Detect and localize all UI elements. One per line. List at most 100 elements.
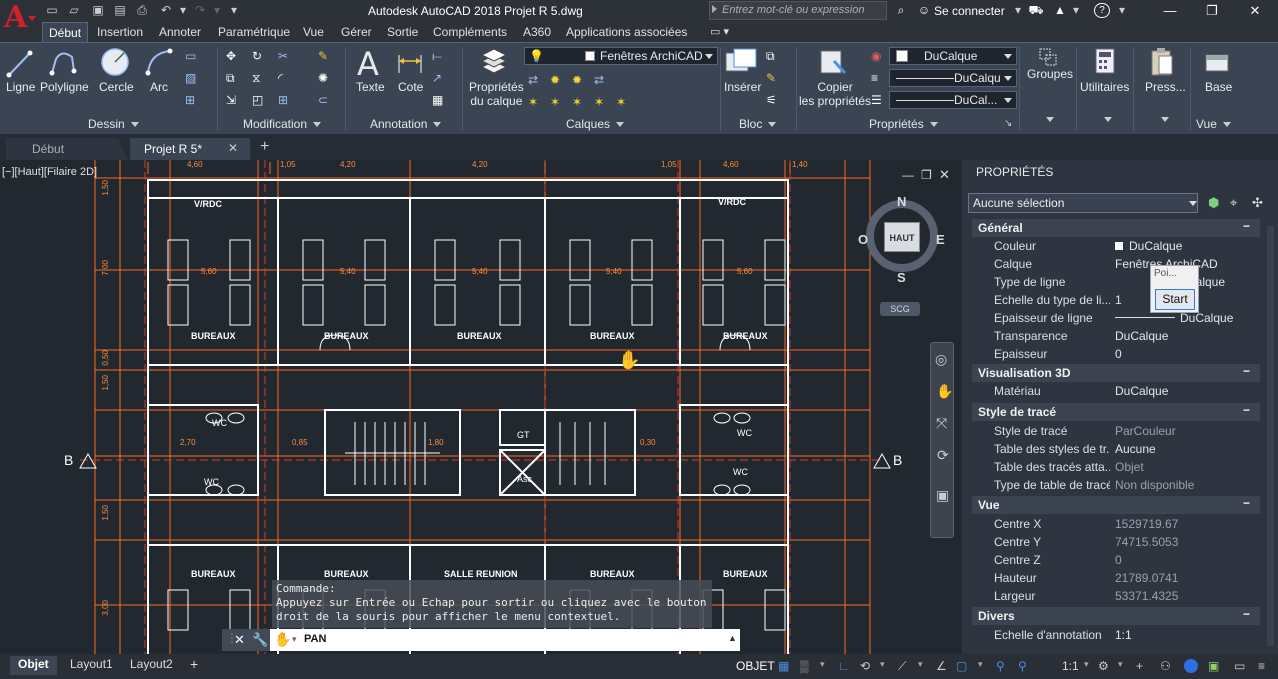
cote-button[interactable]: Cote — [398, 80, 423, 94]
collapse-icon[interactable]: − — [1243, 403, 1250, 417]
text-icon[interactable]: A — [357, 45, 379, 83]
quick-select-icon[interactable]: ✣ — [1252, 195, 1263, 211]
layer-unlock-icon[interactable]: ✶ — [594, 95, 610, 109]
hatch-icon[interactable]: ▨ — [185, 71, 201, 85]
compass-north[interactable]: N — [897, 194, 906, 209]
match-properties-icon[interactable] — [818, 47, 848, 79]
toggle-pickadd-icon[interactable]: ⬢ — [1208, 195, 1219, 211]
command-line[interactable]: ⋮ ✕ 🔧 ✋ ▾ PAN ▲ — [222, 629, 740, 651]
rectangle-icon[interactable]: ▭ — [185, 49, 201, 63]
layer-dropdown[interactable]: 💡 Fenêtres ArchiCAD — [524, 47, 718, 65]
doc-tab-projet[interactable]: Projet R 5* ✕ — [130, 138, 250, 160]
command-history-toggle-icon[interactable]: ▲ — [728, 633, 737, 643]
insert-block-icon[interactable] — [724, 47, 758, 79]
ucs-menu[interactable]: SCG — [880, 302, 920, 316]
start-button[interactable]: Start — [1155, 289, 1195, 310]
layer-properties-icon[interactable] — [480, 47, 508, 79]
doc-tab-debut[interactable]: Début — [6, 138, 128, 160]
prop-row[interactable]: Echelle du type de li... 1 — [972, 291, 1260, 309]
prop-row[interactable]: Centre Z 0 — [972, 551, 1260, 569]
isodraft-icon[interactable]: ⟋ — [898, 659, 912, 673]
add-layout-icon[interactable]: + — [182, 656, 206, 675]
doc-tab-close-icon[interactable]: ✕ — [228, 141, 238, 155]
lineweight-icon[interactable]: ☰ — [871, 93, 887, 107]
help-icon[interactable]: ? — [1094, 3, 1110, 18]
prop-row[interactable]: Calque Fenêtres ArchiCAD — [972, 255, 1260, 273]
collapse-icon[interactable]: − — [1243, 607, 1250, 621]
panel-modification-label[interactable]: Modification — [243, 117, 321, 131]
steering-wheel-icon[interactable]: ◎ — [935, 351, 947, 368]
polar-dropdown-icon[interactable]: ▾ — [880, 659, 894, 673]
mirror-icon[interactable]: ⧖ — [252, 71, 268, 85]
ortho-icon[interactable]: ∟ — [838, 659, 852, 673]
save-as-icon[interactable]: ▤ — [112, 3, 128, 18]
table-icon[interactable]: ▦ — [432, 93, 448, 107]
maximize-icon[interactable]: ❐ — [1197, 2, 1227, 20]
prop-row[interactable]: Couleur DuCalque — [972, 237, 1260, 255]
panel-proprietes-label[interactable]: Propriétés — [869, 117, 938, 131]
edit-block-icon[interactable]: ✎ — [766, 71, 782, 85]
utilitaires-expand[interactable] — [1098, 117, 1112, 122]
linetype-dropdown[interactable]: DuCalqu — [889, 69, 1017, 87]
annotation-scale[interactable]: 1:1 — [1062, 659, 1079, 673]
workspace-dropdown-icon[interactable]: ▾ — [1118, 659, 1132, 673]
rotate-icon[interactable]: ↻ — [252, 49, 268, 63]
calculator-icon[interactable] — [1094, 47, 1116, 75]
texte-button[interactable]: Texte — [356, 80, 385, 94]
prop-row[interactable]: Type de ligne Calque — [972, 273, 1260, 291]
layer-match-icon[interactable]: ⇄ — [528, 73, 544, 87]
isodraft-dropdown-icon[interactable]: ▾ — [918, 659, 932, 673]
dimension-icon[interactable] — [396, 47, 424, 79]
recent-commands-icon[interactable]: ▾ — [292, 634, 297, 645]
showmotion-icon[interactable]: ▣ — [936, 487, 949, 504]
zoom-extents-icon[interactable]: ⤧ — [936, 415, 947, 432]
prop-row[interactable]: Table des styles de tr... Aucune — [972, 440, 1260, 458]
cart-icon[interactable]: ⛟ — [1028, 3, 1044, 18]
base-view-icon[interactable] — [1204, 47, 1230, 75]
viewport-restore-icon[interactable]: ❐ — [921, 168, 932, 182]
tab-insertion[interactable]: Insertion — [91, 24, 149, 40]
prop-row[interactable]: Table des tracés atta... Objet — [972, 458, 1260, 476]
ribbon-options-icon[interactable]: ▭ ▾ — [704, 24, 735, 39]
compass-east[interactable]: E — [936, 232, 945, 247]
undo-icon[interactable]: ↶ — [158, 3, 174, 18]
tab-objet[interactable]: Objet — [10, 656, 57, 675]
tab-complements[interactable]: Compléments — [427, 24, 513, 40]
prop-row[interactable]: Echelle d'annotation 1:1 — [972, 626, 1260, 644]
section-general[interactable]: Général − — [972, 219, 1260, 237]
new-tab-icon[interactable]: + — [254, 138, 278, 160]
region-icon[interactable]: ⊞ — [185, 93, 201, 107]
lineweight-dropdown[interactable]: DuCal... — [889, 91, 1017, 109]
base-button[interactable]: Base — [1205, 80, 1232, 94]
autocad-logo[interactable]: A — [0, 0, 36, 42]
move-icon[interactable]: ✥ — [226, 49, 242, 63]
binoculars-icon[interactable]: ⌕ — [893, 3, 909, 18]
plot-icon[interactable]: ⎙ — [134, 3, 150, 18]
snap-icon[interactable]: ▒ — [800, 659, 814, 673]
linetype-icon[interactable]: ≡ — [871, 71, 887, 85]
layer-walk-icon[interactable]: ⇄ — [594, 73, 610, 87]
exchange-dropdown-icon[interactable]: ▾ — [1068, 3, 1084, 18]
object-snap-tracking-icon[interactable]: ∠ — [936, 659, 950, 673]
group-icon[interactable] — [1038, 47, 1058, 69]
presse-expand[interactable] — [1155, 117, 1169, 122]
search-input[interactable]: Entrez mot-clé ou expression — [709, 1, 887, 20]
prop-row[interactable]: Epaisseur de ligne DuCalque — [972, 309, 1260, 327]
groupes-button[interactable]: Groupes — [1027, 67, 1073, 81]
help-dropdown-icon[interactable]: ▾ — [1114, 3, 1130, 18]
tab-layout1[interactable]: Layout1 — [62, 656, 121, 675]
sign-in-dropdown-icon[interactable]: ▾ — [1010, 3, 1026, 18]
layer-off-icon[interactable]: ✹ — [572, 73, 588, 87]
select-objects-icon[interactable]: ⌖ — [1230, 195, 1237, 211]
isolate-objects-icon[interactable] — [1184, 659, 1198, 673]
command-input[interactable]: PAN — [304, 633, 326, 645]
tab-parametrique[interactable]: Paramétrique — [212, 24, 296, 40]
collapse-icon[interactable]: − — [1243, 219, 1250, 233]
utilitaires-button[interactable]: Utilitaires — [1080, 80, 1129, 94]
command-close-icon[interactable]: ✕ — [234, 632, 245, 648]
panel-vue-label[interactable]: Vue — [1196, 117, 1231, 131]
offset-icon[interactable]: ⊂ — [318, 93, 334, 107]
orbit-icon[interactable]: ⟳ — [937, 447, 949, 464]
viewcube-top-face[interactable]: HAUT — [884, 222, 920, 252]
redo-dropdown-icon[interactable]: ▾ — [209, 3, 225, 18]
